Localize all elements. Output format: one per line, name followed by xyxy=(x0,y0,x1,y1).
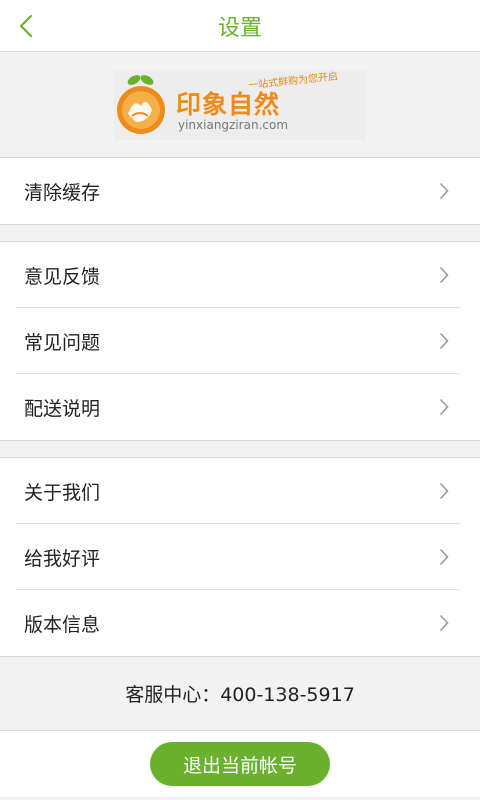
logout-button[interactable]: 退出当前帐号 xyxy=(150,742,330,786)
chevron-right-icon xyxy=(436,612,452,634)
top-bar: 设置 xyxy=(0,0,480,52)
settings-group-cache: 清除缓存 xyxy=(0,158,480,225)
menu-item-label: 常见问题 xyxy=(24,331,101,354)
settings-group-about: 关于我们 给我好评 版本信息 xyxy=(0,458,480,657)
back-button[interactable] xyxy=(8,8,44,44)
logo-name: 印象自然 xyxy=(176,89,281,119)
logo-banner: 一站式鲜购为您开启 印象自然 yinxiangziran.com xyxy=(0,52,480,158)
menu-item-delivery-info[interactable]: 配送说明 xyxy=(0,374,480,440)
customer-service-bar: 客服中心：400-138-5917 xyxy=(0,657,480,731)
menu-item-feedback[interactable]: 意见反馈 xyxy=(0,242,480,308)
menu-item-version-info[interactable]: 版本信息 xyxy=(0,590,480,656)
menu-item-label: 配送说明 xyxy=(24,397,101,420)
brand-logo: 一站式鲜购为您开启 印象自然 yinxiangziran.com xyxy=(114,69,366,140)
chevron-right-icon xyxy=(436,180,452,202)
chevron-right-icon xyxy=(436,396,452,418)
page-title: 设置 xyxy=(217,15,262,41)
logo-domain: yinxiangziran.com xyxy=(178,117,289,132)
settings-group-help: 意见反馈 常见问题 配送说明 xyxy=(0,242,480,441)
section-divider xyxy=(0,441,480,458)
menu-item-clear-cache[interactable]: 清除缓存 xyxy=(0,158,480,224)
orange-logo-icon xyxy=(114,70,176,140)
menu-item-label: 意见反馈 xyxy=(24,265,101,288)
customer-service-phone[interactable]: 客服中心：400-138-5917 xyxy=(125,680,355,707)
chevron-right-icon xyxy=(436,480,452,502)
chevron-left-icon xyxy=(19,14,33,38)
menu-item-faq[interactable]: 常见问题 xyxy=(0,308,480,374)
menu-item-label: 清除缓存 xyxy=(24,181,101,204)
menu-item-label: 关于我们 xyxy=(24,481,101,504)
menu-item-about-us[interactable]: 关于我们 xyxy=(0,458,480,524)
menu-item-label: 版本信息 xyxy=(24,613,101,636)
footer: 退出当前帐号 xyxy=(0,731,480,797)
section-divider xyxy=(0,225,480,242)
menu-item-label: 给我好评 xyxy=(24,547,101,570)
chevron-right-icon xyxy=(436,546,452,568)
menu-item-rate-us[interactable]: 给我好评 xyxy=(0,524,480,590)
chevron-right-icon xyxy=(436,330,452,352)
chevron-right-icon xyxy=(436,264,452,286)
